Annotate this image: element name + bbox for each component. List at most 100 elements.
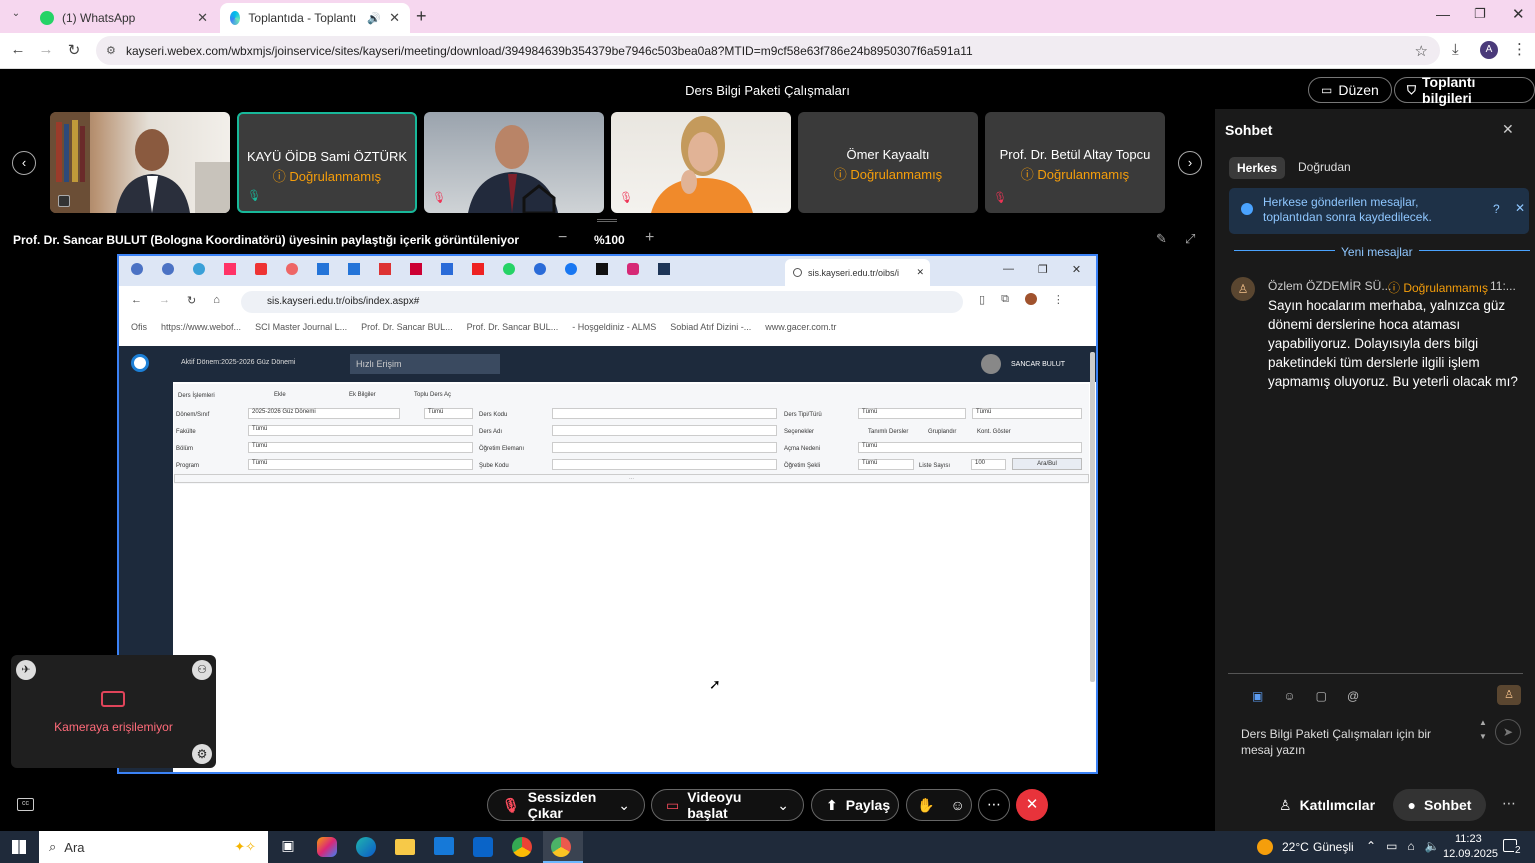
participant-tile[interactable]: Ömer Kayaaltı ⓘ Doğrulanmamış	[798, 112, 978, 213]
profile-avatar[interactable]: A	[1480, 41, 1498, 59]
zoom-in-button[interactable]: +	[645, 229, 654, 247]
annotate-icon[interactable]: ✎	[1156, 231, 1167, 247]
meeting-area: Ders Bilgi Paketi Çalışmaları ▭ Düzen ⛉ To…	[0, 69, 1535, 831]
back-button[interactable]: ←	[8, 41, 28, 58]
reactions-group: ✋ ☺	[906, 789, 972, 821]
reload-button[interactable]: ↻	[64, 41, 84, 59]
pin-icon[interactable]: ✈	[16, 660, 36, 680]
mic-active-icon: 🎙	[247, 190, 261, 202]
volume-icon[interactable]: 🔈	[1425, 839, 1440, 853]
chat-tab-direct[interactable]: Doğrudan	[1298, 160, 1351, 174]
captions-icon[interactable]: cc	[17, 798, 34, 811]
maximize-button[interactable]: ❐	[1474, 6, 1486, 22]
zoom-out-button[interactable]: −	[558, 229, 567, 247]
gif-icon[interactable]: ▢	[1316, 689, 1327, 703]
file-explorer-icon[interactable]	[395, 839, 415, 855]
tab-list-button[interactable]: ⌄	[6, 8, 26, 26]
clock-time[interactable]: 11:23	[1455, 833, 1482, 845]
weather-temp[interactable]: 22°C	[1282, 840, 1309, 854]
chat-input[interactable]: Ders Bilgi Paketi Çalışmaları için bir m…	[1241, 726, 1461, 758]
emoji-icon[interactable]: ☺	[1283, 689, 1295, 703]
inner-active-tab[interactable]: sis.kayseri.edu.tr/oibs/i ✕	[785, 259, 930, 286]
browser-menu-icon[interactable]: ⋮	[1512, 40, 1527, 58]
chevron-down-icon[interactable]: ⌄	[777, 797, 789, 814]
participant-tile[interactable]: 🎙	[611, 112, 791, 213]
weather-text[interactable]: Güneşli	[1313, 840, 1354, 854]
new-tab-button[interactable]: +	[416, 6, 427, 27]
start-video-button[interactable]: ▭ Videoyu başlat ⌄	[651, 789, 804, 821]
participant-status: ⓘ Doğrulanmamış	[833, 167, 943, 182]
chevron-down-icon[interactable]: ⌄	[618, 797, 630, 814]
participants-icon: ♙	[1279, 796, 1292, 813]
oibs-header: Aktif Dönem:2025-2026 Güz Dönemi Hızlı E…	[119, 346, 1096, 382]
display-icon[interactable]: ▭	[1386, 839, 1397, 853]
participant-tile[interactable]: 🎙	[424, 112, 604, 213]
info-icon	[1241, 203, 1253, 215]
send-button[interactable]: ➤	[1495, 719, 1521, 745]
participant-tile[interactable]: Prof. Dr. Betül Altay Topcu ⓘ Doğrulanma…	[985, 112, 1165, 213]
close-icon[interactable]: ✕	[916, 267, 924, 278]
self-view-menu-icon[interactable]: ⚇	[192, 660, 212, 680]
participant-video	[468, 125, 558, 213]
tab-webex[interactable]: Toplantıda - Toplantı - Webe 🔊 ✕	[220, 3, 410, 33]
close-chat-button[interactable]: ✕	[1502, 121, 1514, 138]
participant-tile[interactable]	[50, 112, 230, 213]
notice-text: Herkese gönderilen mesajlar, toplantıdan…	[1263, 195, 1432, 224]
leave-meeting-button[interactable]: ✕	[1016, 789, 1048, 821]
video-off-icon: ▭	[666, 796, 680, 813]
camera-off-icon	[101, 691, 125, 707]
chat-tab-everyone[interactable]: Herkes	[1229, 157, 1286, 179]
close-icon[interactable]: ✕	[197, 10, 208, 26]
speaker-icon[interactable]: 🔊	[367, 12, 381, 25]
oibs-term: Aktif Dönem:2025-2026 Güz Dönemi	[181, 359, 296, 366]
close-icon[interactable]: ✕	[1515, 201, 1525, 215]
network-icon[interactable]: ⌂	[1407, 839, 1414, 853]
format-icon[interactable]: ▣	[1252, 689, 1263, 703]
fullscreen-icon[interactable]: ⤢	[1185, 231, 1195, 247]
meeting-info-button[interactable]: ⛉ Toplantı bilgileri	[1394, 74, 1535, 106]
participant-tile[interactable]: KAYÜ ÖİDB Sami ÖZTÜRK ⓘ Doğrulanmamış 🎙	[237, 112, 417, 213]
participant-video	[50, 112, 230, 213]
mention-icon[interactable]: @	[1347, 689, 1359, 703]
settings-icon[interactable]: ⚙	[192, 744, 212, 764]
windows-taskbar: ⌕ Ara ✦✧ ▣ 22°C Güneşli ⌃ ▭ ⌂ 🔈 11:23 12…	[0, 831, 1535, 863]
share-icon	[58, 195, 70, 207]
store-icon[interactable]	[434, 837, 454, 855]
strip-resize-handle[interactable]	[597, 219, 617, 222]
next-participants-button[interactable]: ›	[1178, 151, 1202, 175]
taskbar-search[interactable]: ⌕ Ara ✦✧	[39, 831, 268, 863]
chevron-up-icon[interactable]: ⌃	[1366, 839, 1376, 853]
download-icon[interactable]: ⤓	[1452, 41, 1459, 58]
clock-date[interactable]: 12.09.2025	[1443, 848, 1498, 860]
tab-whatsapp[interactable]: (1) WhatsApp ✕	[30, 3, 218, 33]
more-options-button[interactable]: ⋯	[978, 789, 1010, 821]
layout-button[interactable]: ▭ Düzen	[1308, 77, 1392, 103]
chat-toggle-button[interactable]: ● Sohbet	[1393, 789, 1486, 821]
recipient-icon[interactable]: ♙	[1497, 685, 1521, 705]
star-icon[interactable]: ☆	[1415, 42, 1428, 60]
outlook-icon[interactable]	[473, 837, 493, 857]
site-info-icon[interactable]: ⚙	[106, 44, 116, 57]
forward-button[interactable]: →	[36, 41, 56, 58]
minimize-button[interactable]: —	[1436, 6, 1450, 22]
prev-participants-button[interactable]: ‹	[12, 151, 36, 175]
unmute-button[interactable]: 🎙 Sessizden Çıkar ⌄	[487, 789, 645, 821]
copilot-icon[interactable]	[317, 837, 337, 857]
url-field[interactable]: ⚙ kayseri.webex.com/wbxmjs/joinservice/s…	[96, 36, 1440, 65]
help-icon[interactable]: ?	[1493, 202, 1500, 216]
task-view-icon[interactable]: ▣	[278, 837, 298, 857]
close-icon[interactable]: ✕	[389, 10, 400, 26]
reaction-icon[interactable]: ☺	[950, 797, 964, 813]
share-button[interactable]: ⬆ Paylaş	[811, 789, 899, 821]
sender-avatar: ♙	[1231, 277, 1255, 301]
raise-hand-icon[interactable]: ✋	[917, 797, 934, 814]
participant-name: KAYÜ ÖİDB Sami ÖZTÜRK	[246, 149, 408, 164]
chrome-icon[interactable]	[512, 837, 532, 857]
panel-more-icon[interactable]: ⋯	[1502, 795, 1516, 812]
windows-start-icon[interactable]	[12, 840, 26, 854]
url-text: kayseri.webex.com/wbxmjs/joinservice/sit…	[126, 43, 973, 58]
inner-url-field: sis.kayseri.edu.tr/oibs/index.aspx#	[241, 291, 963, 313]
edge-icon[interactable]	[356, 837, 376, 857]
participants-button[interactable]: ♙ Katılımcılar	[1279, 789, 1375, 821]
window-close-button[interactable]: ✕	[1512, 5, 1525, 23]
